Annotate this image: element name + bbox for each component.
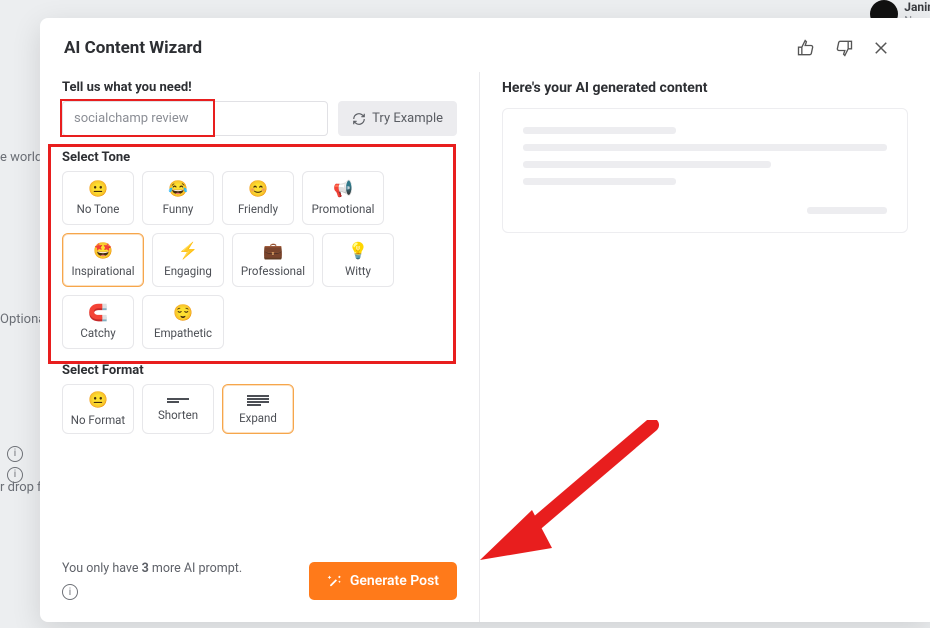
tone-witty[interactable]: 💡 Witty	[322, 233, 394, 287]
ai-content-wizard-modal: AI Content Wizard Tell us what you need!…	[40, 18, 930, 622]
chip-label: No Format	[71, 413, 125, 427]
emoji-icon: 😂	[168, 180, 188, 198]
chip-label: Empathetic	[154, 326, 212, 340]
emoji-icon: 😌	[173, 304, 193, 322]
bg-text: r drop fi	[0, 480, 44, 495]
chip-label: Funny	[163, 202, 194, 216]
generated-content-title: Here's your AI generated content	[502, 80, 908, 96]
refresh-icon	[352, 112, 366, 126]
emoji-icon: 🤩	[93, 242, 113, 260]
emoji-icon: 🧲	[88, 304, 108, 322]
emoji-icon: 😐	[88, 180, 108, 198]
shorten-icon	[167, 397, 189, 404]
chip-label: Engaging	[164, 264, 212, 278]
tone-engaging[interactable]: ⚡ Engaging	[152, 233, 224, 287]
info-icon: i	[7, 462, 21, 476]
tone-catchy[interactable]: 🧲 Catchy	[62, 295, 134, 349]
emoji-icon: 💼	[263, 242, 283, 260]
credits-remaining: You only have 3 more AI prompt.	[62, 561, 242, 576]
generate-post-button[interactable]: Generate Post	[309, 562, 457, 600]
generate-post-label: Generate Post	[350, 573, 439, 589]
generated-content-placeholder	[502, 108, 908, 233]
chip-label: Inspirational	[71, 264, 134, 278]
chip-label: Witty	[345, 264, 371, 278]
chip-label: No Tone	[77, 202, 120, 216]
bg-text: e world	[0, 150, 42, 165]
tone-promotional[interactable]: 📢 Promotional	[302, 171, 384, 225]
info-icon[interactable]: i	[62, 584, 78, 600]
try-example-label: Try Example	[372, 111, 443, 126]
try-example-button[interactable]: Try Example	[338, 101, 457, 136]
modal-title: AI Content Wizard	[64, 38, 202, 58]
expand-icon	[247, 394, 269, 407]
prompt-input[interactable]	[62, 101, 328, 136]
emoji-icon: 😊	[248, 180, 268, 198]
bg-text: Optiona	[0, 312, 45, 327]
tone-label: Select Tone	[62, 150, 457, 165]
tone-no-tone[interactable]: 😐 No Tone	[62, 171, 134, 225]
format-no-format[interactable]: 😐 No Format	[62, 384, 134, 434]
prompt-label: Tell us what you need!	[62, 80, 457, 95]
chip-label: Expand	[239, 411, 277, 425]
tone-inspirational[interactable]: 🤩 Inspirational	[62, 233, 144, 287]
chip-label: Catchy	[80, 326, 115, 340]
magic-wand-icon	[327, 573, 342, 588]
format-label: Select Format	[62, 363, 457, 378]
chip-label: Shorten	[158, 408, 198, 422]
info-icon: i	[7, 441, 21, 455]
emoji-icon: ⚡	[178, 242, 198, 260]
tone-friendly[interactable]: 😊 Friendly	[222, 171, 294, 225]
tone-professional[interactable]: 💼 Professional	[232, 233, 314, 287]
format-shorten[interactable]: Shorten	[142, 384, 214, 434]
emoji-icon: 😐	[88, 391, 108, 409]
chip-label: Professional	[241, 264, 305, 278]
emoji-icon: 💡	[348, 242, 368, 260]
format-expand[interactable]: Expand	[222, 384, 294, 434]
emoji-icon: 📢	[333, 180, 353, 198]
chip-label: Promotional	[312, 202, 375, 216]
thumbs-down-button[interactable]	[832, 36, 856, 60]
tone-empathetic[interactable]: 😌 Empathetic	[142, 295, 224, 349]
thumbs-up-button[interactable]	[794, 36, 818, 60]
chip-label: Friendly	[238, 202, 278, 216]
tone-funny[interactable]: 😂 Funny	[142, 171, 214, 225]
user-name: Janin	[904, 0, 930, 14]
close-button[interactable]	[870, 37, 892, 59]
